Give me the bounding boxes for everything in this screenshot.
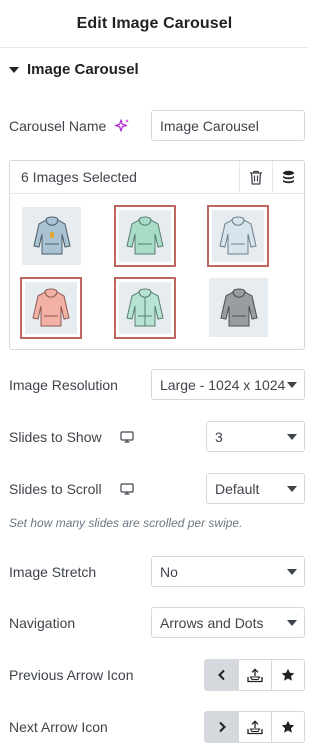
database-icon (283, 170, 294, 184)
ai-sparkle-icon[interactable] (114, 118, 130, 134)
previous-arrow-current-button[interactable] (205, 660, 238, 690)
star-icon (281, 720, 295, 733)
star-icon (281, 668, 295, 681)
chevron-down-icon (287, 569, 297, 575)
gallery-toolbar: 6 Images Selected (10, 161, 304, 194)
hoodie-image (219, 216, 257, 255)
hoodie-image (32, 288, 70, 327)
chevron-down-icon (287, 382, 297, 388)
monitor-icon[interactable] (120, 430, 134, 443)
navigation-label: Navigation (9, 614, 76, 631)
navigation-row: Navigation Arrows and Dots (9, 607, 305, 638)
slides-to-scroll-value: Default (215, 480, 260, 497)
image-resolution-select[interactable]: Large - 1024 x 1024 (151, 369, 305, 400)
slides-to-show-row: Slides to Show 3 (9, 421, 305, 452)
navigation-select[interactable]: Arrows and Dots (151, 607, 305, 638)
slides-to-scroll-row: Slides to Scroll Default (9, 473, 305, 504)
image-resolution-row: Image Resolution Large - 1024 x 1024 (9, 369, 305, 400)
previous-arrow-row: Previous Arrow Icon (9, 659, 305, 691)
image-resolution-value: Large - 1024 x 1024 (160, 376, 286, 393)
hoodie-image (126, 216, 164, 255)
hoodie-image (126, 288, 164, 327)
icon-library-button[interactable] (271, 660, 304, 690)
panel-header: Edit Image Carousel (0, 0, 309, 48)
carousel-name-label: Carousel Name (9, 117, 107, 134)
slides-to-show-label: Slides to Show (9, 428, 102, 445)
gallery-thumbnail[interactable] (114, 277, 176, 339)
gallery-thumbnail[interactable] (22, 207, 81, 265)
carousel-name-input[interactable]: Image Carousel (151, 110, 305, 141)
image-gallery: 6 Images Selected (9, 160, 305, 350)
dynamic-tags-button[interactable] (272, 161, 304, 194)
image-stretch-value: No (160, 563, 178, 580)
navigation-value: Arrows and Dots (160, 614, 264, 631)
chevron-down-icon (287, 434, 297, 440)
previous-arrow-icon-picker (204, 659, 305, 691)
icon-library-button[interactable] (271, 712, 304, 742)
slides-to-show-value: 3 (215, 428, 223, 445)
carousel-name-row: Carousel Name Image Carousel (9, 110, 305, 141)
slides-to-show-select[interactable]: 3 (206, 421, 305, 452)
next-arrow-row: Next Arrow Icon (9, 711, 305, 743)
image-stretch-row: Image Stretch No (9, 556, 305, 587)
image-stretch-select[interactable]: No (151, 556, 305, 587)
next-arrow-label: Next Arrow Icon (9, 719, 108, 735)
upload-svg-button[interactable] (238, 660, 271, 690)
hoodie-image (219, 288, 258, 326)
chevron-down-icon (287, 486, 297, 492)
gallery-count: 6 Images Selected (21, 169, 137, 185)
upload-icon (247, 667, 263, 682)
previous-arrow-label: Previous Arrow Icon (9, 667, 134, 683)
page-title: Edit Image Carousel (76, 14, 233, 32)
next-arrow-icon-picker (204, 711, 305, 743)
caret-down-icon (9, 66, 19, 73)
next-arrow-current-button[interactable] (205, 712, 238, 742)
slides-to-scroll-label: Slides to Scroll (9, 480, 102, 497)
slides-to-scroll-hint: Set how many slides are scrolled per swi… (9, 516, 243, 530)
image-stretch-label: Image Stretch (9, 563, 97, 580)
section-title: Image Carousel (27, 60, 139, 78)
hoodie-image (32, 216, 71, 255)
gallery-thumbnail[interactable] (20, 277, 82, 339)
upload-icon (247, 719, 263, 734)
chevron-left-icon (217, 669, 225, 681)
gallery-thumbnail[interactable] (209, 278, 268, 337)
gallery-thumbnail[interactable] (207, 205, 269, 267)
upload-svg-button[interactable] (238, 712, 271, 742)
trash-icon (249, 170, 262, 185)
gallery-thumbnail[interactable] (114, 205, 176, 267)
chevron-right-icon (218, 721, 226, 733)
image-resolution-label: Image Resolution (9, 376, 118, 393)
chevron-down-icon (287, 620, 297, 626)
delete-gallery-button[interactable] (239, 161, 271, 194)
monitor-icon[interactable] (119, 482, 134, 495)
slides-to-scroll-select[interactable]: Default (206, 473, 305, 504)
section-toggle[interactable]: Image Carousel (9, 58, 139, 80)
